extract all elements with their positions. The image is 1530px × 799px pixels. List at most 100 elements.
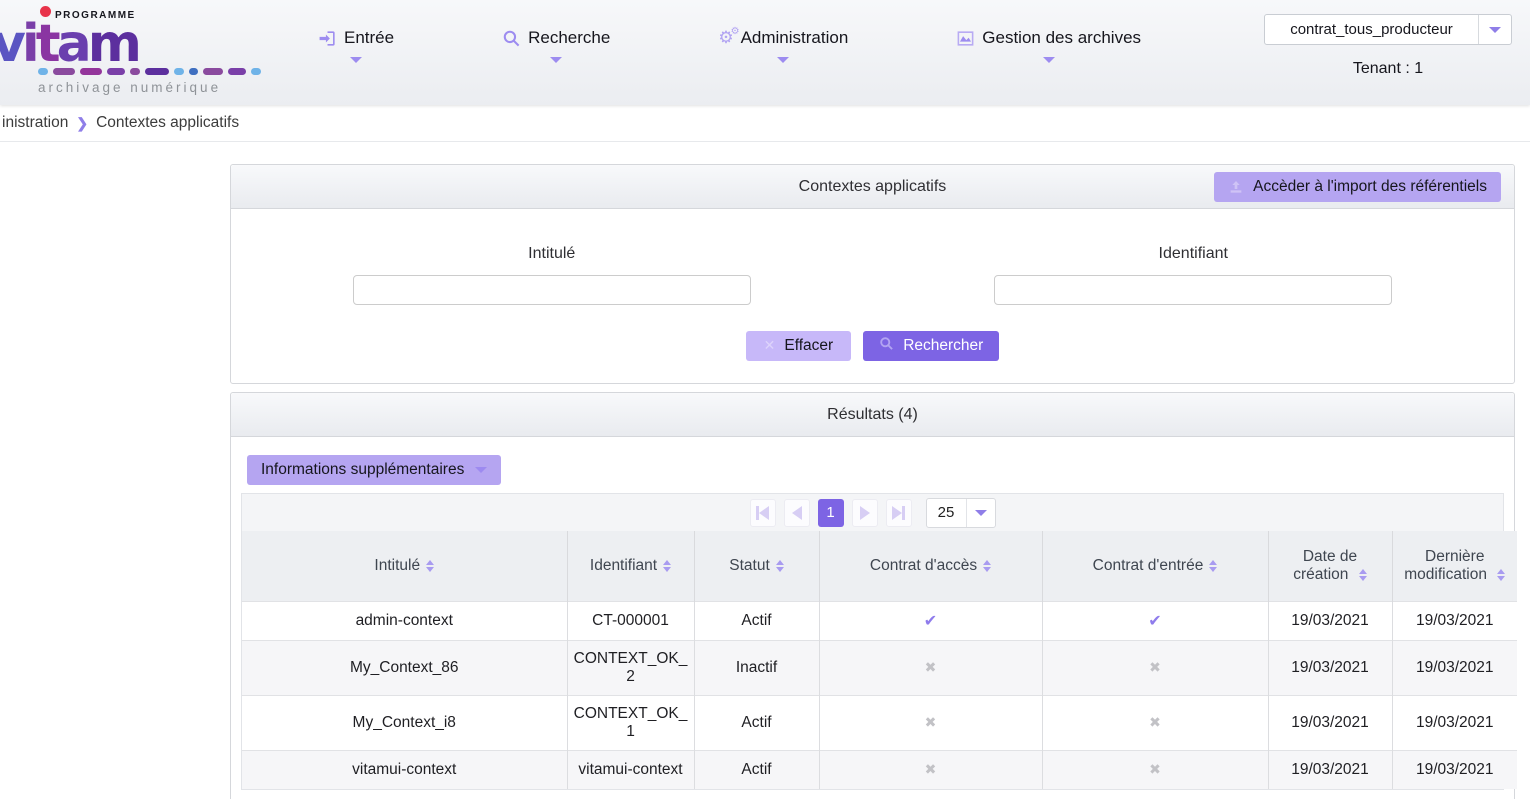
contract-select-value: contrat_tous_producteur (1265, 15, 1479, 44)
table-row[interactable]: admin-context CT-000001 Actif ✔ ✔ 19/03/… (242, 601, 1517, 640)
contract-select[interactable]: contrat_tous_producteur (1264, 14, 1512, 45)
search-button[interactable]: Rechercher (863, 331, 999, 361)
search-panel: Contextes applicatifs Accèder à l'import… (230, 164, 1515, 384)
chevron-down-icon (967, 499, 995, 527)
cell-date-creation: 19/03/2021 (1268, 640, 1392, 695)
nav-label: Recherche (528, 28, 610, 48)
cell-statut: Actif (694, 695, 819, 750)
search-icon (502, 29, 521, 48)
col-header-contrat-entree[interactable]: Contrat d'entrée (1042, 531, 1268, 601)
cell-date-modification: 19/03/2021 (1392, 750, 1517, 789)
cell-intitule: My_Context_86 (242, 640, 567, 695)
account-area: contrat_tous_producteur Tenant : 1 (1264, 14, 1512, 78)
cell-statut: Actif (694, 601, 819, 640)
breadcrumb: inistration ❯ Contextes applicatifs (0, 105, 1530, 142)
cell-identifiant: CONTEXT_OK_2 (567, 640, 694, 695)
import-referentiels-label: Accèder à l'import des référentiels (1253, 178, 1487, 196)
previous-page-button[interactable] (784, 499, 810, 527)
extra-info-label: Informations supplémentaires (261, 461, 464, 479)
sort-icon[interactable] (426, 560, 434, 572)
sort-icon[interactable] (1359, 569, 1367, 581)
cell-date-creation: 19/03/2021 (1268, 695, 1392, 750)
cell-contrat-acces: ✖ (819, 640, 1042, 695)
cell-date-modification: 19/03/2021 (1392, 640, 1517, 695)
col-header-intitule[interactable]: Intitulé (242, 531, 567, 601)
upload-icon (1228, 179, 1244, 195)
nav-item-gestion-archives[interactable]: Gestion des archives (956, 28, 1141, 63)
archives-icon (956, 29, 975, 48)
cell-identifiant: vitamui-context (567, 750, 694, 789)
search-form: Intitulé Identifiant ✕ Effacer Rech (231, 209, 1514, 383)
col-header-identifiant[interactable]: Identifiant (567, 531, 694, 601)
breadcrumb-parent[interactable]: inistration (2, 114, 68, 132)
next-page-button[interactable] (852, 499, 878, 527)
identifiant-label: Identifiant (1159, 245, 1228, 263)
sort-icon[interactable] (1497, 569, 1505, 581)
clear-label: Effacer (784, 337, 833, 355)
pagination: 1 25 (242, 494, 1503, 531)
clear-x-icon: ✕ (764, 338, 776, 354)
cross-icon: ✖ (925, 762, 937, 778)
chevron-down-icon (350, 57, 362, 63)
extra-info-button[interactable]: Informations supplémentaires (247, 455, 501, 485)
cell-contrat-acces: ✔ (819, 601, 1042, 640)
table-header-row: Intitulé Identifiant Statut Contrat d'ac… (242, 531, 1517, 601)
logo-dotted-line (38, 68, 261, 75)
search-button-icon (879, 336, 894, 356)
tenant-label: Tenant : 1 (1264, 60, 1512, 78)
nav-label: Gestion des archives (982, 28, 1141, 48)
results-panel: Résultats (4) Informations supplémentair… (230, 392, 1515, 799)
intitule-input[interactable] (353, 275, 751, 305)
nav-item-administration[interactable]: ⚙⚙ Administration (718, 28, 848, 63)
identifiant-input[interactable] (994, 275, 1392, 305)
cell-contrat-entree: ✔ (1042, 601, 1268, 640)
cell-date-creation: 19/03/2021 (1268, 601, 1392, 640)
nav-item-entree[interactable]: Entrée (318, 28, 394, 63)
search-panel-header: Contextes applicatifs Accèder à l'import… (231, 165, 1514, 209)
cell-intitule: My_Context_i8 (242, 695, 567, 750)
col-header-derniere-modification[interactable]: Dernière modification (1392, 531, 1517, 601)
cell-contrat-acces: ✖ (819, 750, 1042, 789)
main-nav: Entrée Recherche ⚙⚙ Administration (318, 28, 1141, 63)
nav-item-recherche[interactable]: Recherche (502, 28, 610, 63)
col-header-date-creation[interactable]: Date de création (1268, 531, 1392, 601)
cell-date-creation: 19/03/2021 (1268, 750, 1392, 789)
table-row[interactable]: vitamui-context vitamui-context Actif ✖ … (242, 750, 1517, 789)
cell-statut: Actif (694, 750, 819, 789)
results-title: Résultats (4) (827, 406, 918, 424)
cell-date-modification: 19/03/2021 (1392, 601, 1517, 640)
gears-icon: ⚙⚙ (718, 28, 733, 48)
app-header: PROGRAMME vitam archivage numérique Entr… (0, 0, 1530, 105)
page-size-value: 25 (927, 499, 967, 527)
vitam-logo: PROGRAMME vitam archivage numérique (0, 2, 270, 102)
logo-subtitle: archivage numérique (38, 80, 221, 95)
clear-button[interactable]: ✕ Effacer (746, 331, 852, 361)
cell-identifiant: CT-000001 (567, 601, 694, 640)
cell-identifiant: CONTEXT_OK_1 (567, 695, 694, 750)
sort-icon[interactable] (1209, 560, 1217, 572)
results-table-zone: 1 25 Intitulé (241, 493, 1504, 790)
table-row[interactable]: My_Context_i8 CONTEXT_OK_1 Actif ✖ ✖ 19/… (242, 695, 1517, 750)
chevron-down-icon (475, 467, 487, 473)
search-panel-title: Contextes applicatifs (799, 178, 947, 196)
cross-icon: ✖ (1149, 762, 1161, 778)
cross-icon: ✖ (925, 660, 937, 676)
cell-contrat-entree: ✖ (1042, 750, 1268, 789)
sort-icon[interactable] (983, 560, 991, 572)
page-size-select[interactable]: 25 (926, 498, 996, 528)
table-row[interactable]: My_Context_86 CONTEXT_OK_2 Inactif ✖ ✖ 1… (242, 640, 1517, 695)
last-page-button[interactable] (886, 499, 912, 527)
col-header-contrat-acces[interactable]: Contrat d'accès (819, 531, 1042, 601)
sort-icon[interactable] (663, 560, 671, 572)
breadcrumb-current: Contextes applicatifs (96, 114, 239, 132)
col-header-statut[interactable]: Statut (694, 531, 819, 601)
breadcrumb-separator-icon: ❯ (76, 115, 88, 132)
sort-icon[interactable] (776, 560, 784, 572)
import-referentiels-button[interactable]: Accèder à l'import des référentiels (1214, 172, 1501, 202)
cell-intitule: vitamui-context (242, 750, 567, 789)
cell-intitule: admin-context (242, 601, 567, 640)
chevron-down-icon[interactable] (1479, 15, 1511, 44)
current-page-button[interactable]: 1 (818, 499, 844, 527)
first-page-button[interactable] (750, 499, 776, 527)
check-icon: ✔ (924, 611, 937, 630)
